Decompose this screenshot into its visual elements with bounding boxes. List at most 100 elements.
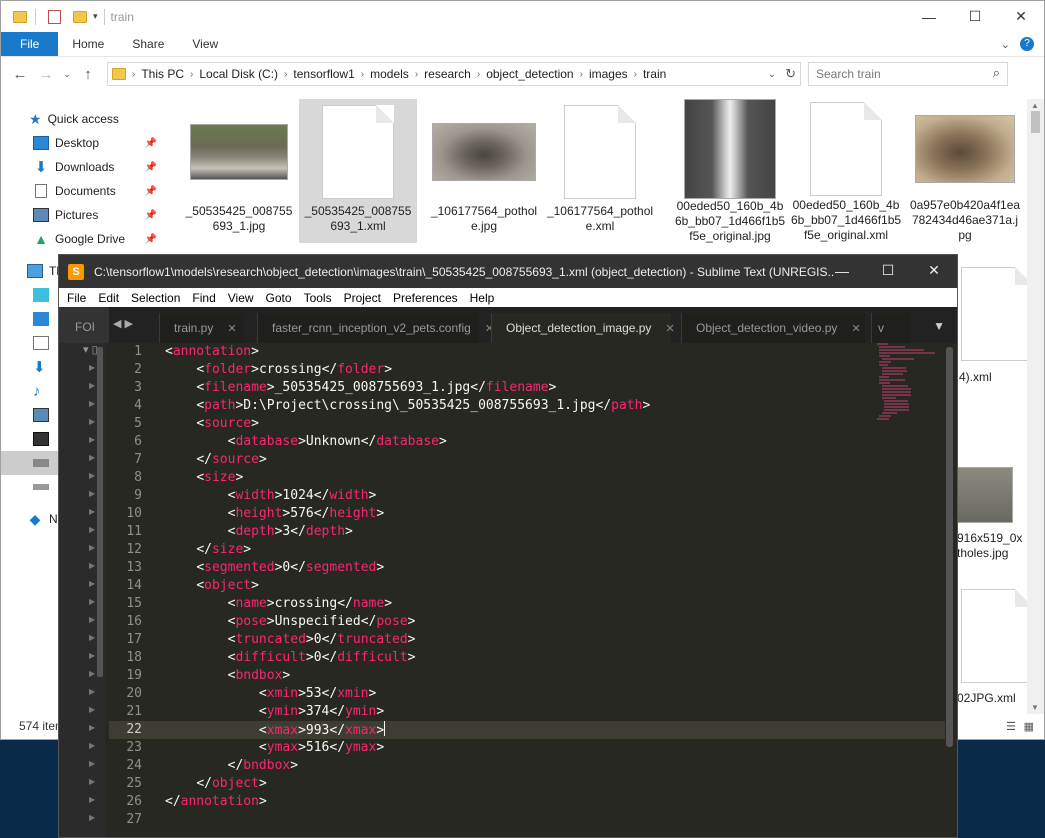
code-line[interactable]: </object>: [165, 775, 937, 793]
maximize-button[interactable]: ☐: [865, 255, 911, 286]
menu-goto[interactable]: Goto: [260, 291, 298, 305]
back-button[interactable]: ←: [9, 66, 31, 83]
tab-overflow[interactable]: v: [871, 313, 911, 343]
breadcrumb-local-disk[interactable]: Local Disk (C:): [199, 67, 278, 81]
tab-view[interactable]: View: [178, 32, 232, 56]
recent-dropdown-icon[interactable]: ⌄: [61, 69, 73, 80]
code-line[interactable]: <source>: [165, 415, 937, 433]
file-tile[interactable]: _106177564_pothole.xml: [541, 99, 659, 243]
code-line[interactable]: <annotation>: [165, 343, 937, 361]
minimize-button[interactable]: —: [906, 1, 952, 32]
close-tab-icon[interactable]: ✕: [227, 322, 236, 335]
large-icons-view-icon[interactable]: ▦: [1024, 720, 1034, 733]
code-view[interactable]: <annotation> <folder>crossing</folder> <…: [165, 343, 937, 837]
minimize-button[interactable]: —: [819, 255, 865, 286]
code-line[interactable]: [165, 811, 937, 829]
folder-expand-icon[interactable]: ▶: [89, 417, 95, 426]
ribbon-expand-icon[interactable]: ⌄: [1001, 38, 1010, 51]
help-icon[interactable]: ?: [1020, 37, 1034, 51]
scroll-down-icon[interactable]: ▼: [1031, 703, 1039, 712]
code-line[interactable]: <difficult>0</difficult>: [165, 649, 937, 667]
folder-expand-icon[interactable]: ▶: [89, 705, 95, 714]
folder-expand-icon[interactable]: ▶: [89, 381, 95, 390]
close-button[interactable]: ✕: [911, 255, 957, 286]
menu-file[interactable]: File: [61, 291, 92, 305]
code-line[interactable]: <path>D:\Project\crossing\_50535425_0087…: [165, 397, 937, 415]
menu-preferences[interactable]: Preferences: [387, 291, 464, 305]
folder-expand-icon[interactable]: ▶: [89, 543, 95, 552]
address-bar[interactable]: › This PC › Local Disk (C:) › tensorflow…: [107, 62, 801, 86]
menu-find[interactable]: Find: [186, 291, 221, 305]
tab-share[interactable]: Share: [118, 32, 178, 56]
scroll-thumb[interactable]: [1031, 111, 1040, 133]
menu-help[interactable]: Help: [464, 291, 501, 305]
breadcrumb-this-pc[interactable]: This PC: [141, 67, 184, 81]
tab-object-detection-video[interactable]: Object_detection_video.py ✕: [681, 313, 865, 343]
code-line[interactable]: <xmin>53</xmin>: [165, 685, 937, 703]
folder-expand-icon[interactable]: ▶: [89, 399, 95, 408]
folder-expand-icon[interactable]: ▶: [89, 741, 95, 750]
tab-list-dropdown-icon[interactable]: ▼: [933, 319, 945, 333]
search-input[interactable]: Search train ⌕: [808, 62, 1008, 86]
folder-expand-icon[interactable]: ▶: [89, 669, 95, 678]
nav-desktop[interactable]: Desktop 📌: [1, 131, 163, 155]
folder-expand-icon[interactable]: ▶: [89, 777, 95, 786]
nav-documents[interactable]: Documents 📌: [1, 179, 163, 203]
folder-expand-icon[interactable]: ▶: [89, 489, 95, 498]
breadcrumb-images[interactable]: images: [589, 67, 628, 81]
details-view-icon[interactable]: ☰: [1006, 720, 1016, 733]
folder-expand-icon[interactable]: ▶: [89, 363, 95, 372]
folder-expand-icon[interactable]: ▶: [89, 633, 95, 642]
folder-expand-icon[interactable]: ▶: [89, 471, 95, 480]
code-line[interactable]: <segmented>0</segmented>: [165, 559, 937, 577]
nav-pictures[interactable]: Pictures 📌: [1, 203, 163, 227]
folder-expand-icon[interactable]: ▶: [89, 723, 95, 732]
new-folder-icon[interactable]: [73, 10, 87, 23]
code-line[interactable]: </bndbox>: [165, 757, 937, 775]
pin-icon[interactable]: 📌: [145, 234, 157, 245]
pin-icon[interactable]: 📌: [145, 138, 157, 149]
menu-project[interactable]: Project: [338, 291, 387, 305]
breadcrumb-models[interactable]: models: [370, 67, 409, 81]
code-line[interactable]: <width>1024</width>: [165, 487, 937, 505]
code-line[interactable]: <database>Unknown</database>: [165, 433, 937, 451]
tab-scroll-arrows-icon[interactable]: ◀ ▶: [113, 317, 133, 330]
code-line[interactable]: <object>: [165, 577, 937, 595]
menu-view[interactable]: View: [222, 291, 260, 305]
pin-icon[interactable]: 📌: [145, 162, 157, 173]
code-line[interactable]: <truncated>0</truncated>: [165, 631, 937, 649]
code-line[interactable]: <xmax>993</xmax>: [165, 721, 937, 739]
nav-quick-access[interactable]: ★ Quick access: [1, 107, 163, 131]
xml-file-icon[interactable]: [961, 267, 1033, 361]
code-line[interactable]: </size>: [165, 541, 937, 559]
editor-scrollbar[interactable]: [946, 347, 953, 747]
folder-expand-icon[interactable]: ▶: [89, 525, 95, 534]
file-tile[interactable]: 00eded50_160b_4b6b_bb07_1d466f1b5f5e_ori…: [787, 99, 905, 243]
nav-google-drive[interactable]: ▲ Google Drive 📌: [1, 227, 163, 251]
code-line[interactable]: </source>: [165, 451, 937, 469]
breadcrumb-object-detection[interactable]: object_detection: [486, 67, 573, 81]
tab-home[interactable]: Home: [58, 32, 118, 56]
code-line[interactable]: <height>576</height>: [165, 505, 937, 523]
tab-train-py[interactable]: train.py ✕: [159, 313, 244, 343]
qa-dropdown-icon[interactable]: ▾: [93, 11, 98, 22]
folder-expand-icon[interactable]: ▶: [89, 435, 95, 444]
close-tab-icon[interactable]: ✕: [665, 322, 674, 335]
folder-expand-icon[interactable]: ▶: [89, 813, 95, 822]
code-line[interactable]: <depth>3</depth>: [165, 523, 937, 541]
close-tab-icon[interactable]: ✕: [851, 322, 860, 335]
folder-expand-icon[interactable]: ▶: [89, 561, 95, 570]
code-line[interactable]: <pose>Unspecified</pose>: [165, 613, 937, 631]
folder-expand-icon[interactable]: ▶: [89, 453, 95, 462]
folder-expand-icon[interactable]: ▶: [89, 759, 95, 768]
file-tile[interactable]: _106177564_pothole.jpg: [425, 99, 543, 243]
folder-expand-icon[interactable]: ▶: [89, 651, 95, 660]
photo-thumbnail[interactable]: [957, 467, 1013, 523]
maximize-button[interactable]: ☐: [952, 1, 998, 32]
properties-icon[interactable]: [48, 9, 61, 24]
breadcrumb-research[interactable]: research: [424, 67, 471, 81]
breadcrumb-tensorflow1[interactable]: tensorflow1: [293, 67, 354, 81]
minimap[interactable]: [877, 343, 937, 420]
pin-icon[interactable]: 📌: [145, 186, 157, 197]
file-tile[interactable]: 00eded50_160b_4b6b_bb07_1d466f1b5f5e_ori…: [671, 99, 789, 243]
